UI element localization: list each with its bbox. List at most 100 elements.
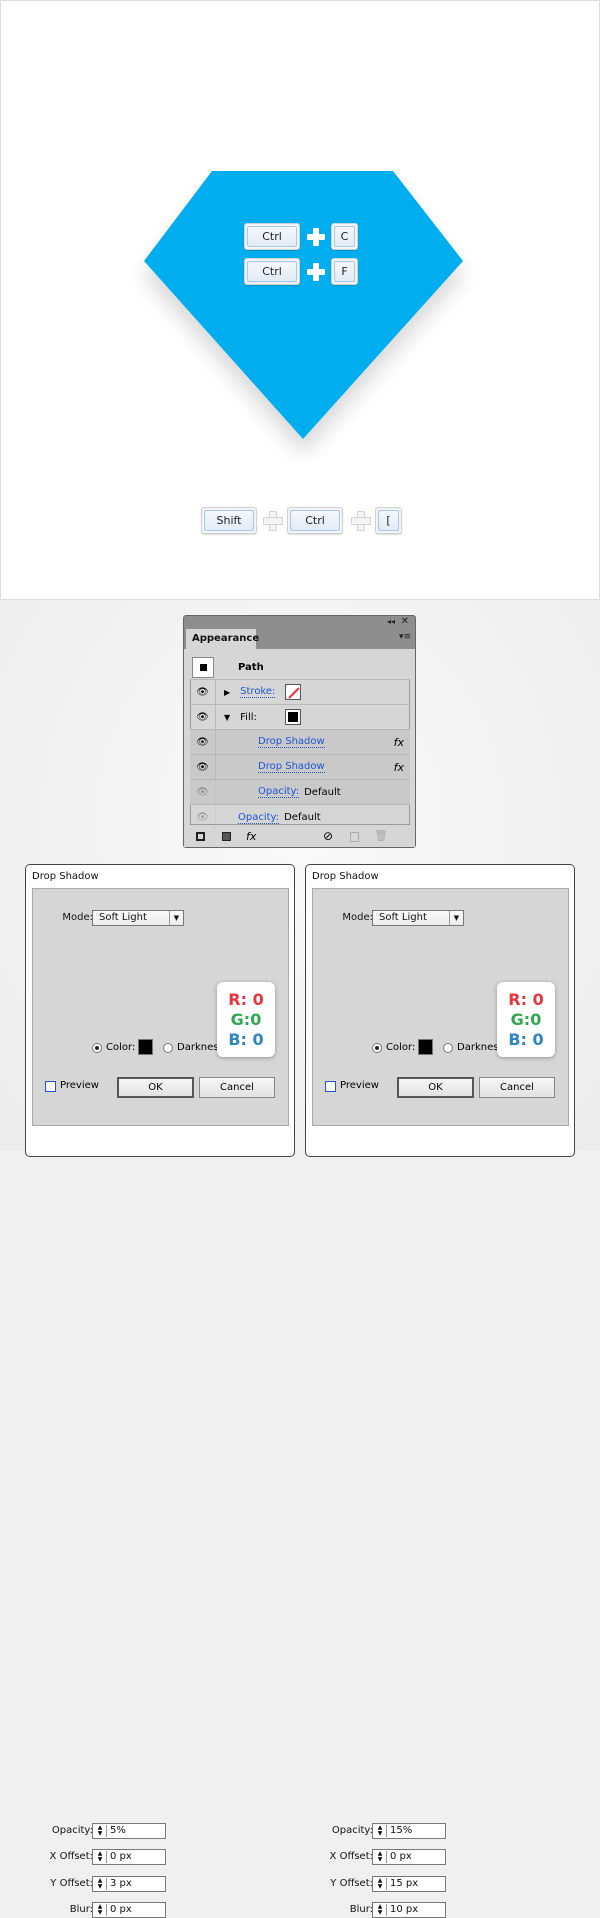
eye-icon[interactable]: 👁 [190, 805, 216, 830]
x-input[interactable]: ▲ ▼ 0 px [92, 1849, 166, 1865]
path-row[interactable]: Path [190, 655, 410, 680]
clear-appearance-icon[interactable]: ⊘ [323, 829, 333, 843]
fill-row[interactable]: 👁 ▼ Fill: [190, 705, 410, 730]
x-label: X Offset: [49, 1851, 93, 1862]
opacity-row[interactable]: 👁 Opacity: Default [190, 805, 410, 830]
blur-label: Blur: [69, 1904, 93, 1915]
r-value: R: 0 [508, 990, 544, 1009]
opacity-input[interactable]: ▲ ▼ 5% [92, 1823, 166, 1839]
color-radio[interactable] [92, 1043, 102, 1053]
add-fill-icon[interactable] [222, 832, 231, 841]
eye-icon[interactable]: 👁 [190, 780, 216, 804]
stroke-row[interactable]: 👁 ▶ Stroke: [190, 680, 410, 705]
spinner-icon[interactable]: ▲ ▼ [94, 1878, 107, 1890]
fill-swatch[interactable] [284, 709, 301, 725]
drop-shadow-link[interactable]: Drop Shadow [258, 736, 325, 748]
spinner-icon[interactable]: ▲ ▼ [374, 1825, 387, 1837]
opacity-link[interactable]: Opacity: [258, 786, 300, 798]
eye-icon[interactable]: 👁 [190, 680, 216, 704]
stroke-none-swatch[interactable] [285, 684, 302, 700]
eye-icon[interactable]: 👁 [190, 755, 216, 779]
eye-icon[interactable]: 👁 [190, 705, 216, 729]
drop-shadow-link[interactable]: Drop Shadow [258, 761, 325, 773]
close-icon[interactable]: ✕ [401, 616, 409, 627]
eye-icon[interactable]: 👁 [190, 730, 216, 754]
mode-label: Mode: [342, 912, 373, 923]
fx-icon: fx [393, 735, 404, 749]
mode-dropdown[interactable]: Soft Light ▼ [372, 910, 464, 926]
plus-icon [307, 263, 325, 281]
plus-icon [351, 511, 371, 531]
key-ctrl: Ctrl [244, 223, 300, 250]
color-label: Color: [106, 1042, 136, 1053]
dialog-title: Drop Shadow [312, 871, 379, 882]
spinner-icon[interactable]: ▲ ▼ [94, 1825, 107, 1837]
spinner-icon[interactable]: ▲ ▼ [374, 1904, 387, 1916]
collapse-triangle-icon[interactable]: ▼ [224, 713, 230, 722]
opacity-input[interactable]: ▲ ▼ 15% [372, 1823, 446, 1839]
y-value: 3 px [110, 1878, 132, 1889]
appearance-panel: ◂◂ ✕ Appearance ▾≡ Path 👁 ▶ Stroke: 👁 ▼ … [183, 615, 416, 848]
preview-label: Preview [60, 1080, 99, 1091]
key-label: Shift [204, 510, 254, 531]
color-swatch[interactable] [138, 1039, 153, 1055]
x-value: 0 px [110, 1851, 132, 1862]
panel-menu-icon[interactable]: ▾≡ [399, 632, 411, 642]
darkness-radio[interactable] [163, 1043, 173, 1053]
color-radio[interactable] [372, 1043, 382, 1053]
x-input[interactable]: ▲ ▼ 0 px [372, 1849, 446, 1865]
y-label: Y Offset: [330, 1878, 373, 1889]
blur-input[interactable]: ▲ ▼ 10 px [372, 1902, 446, 1918]
darkness-radio[interactable] [443, 1043, 453, 1053]
opacity-link[interactable]: Opacity: [238, 812, 280, 824]
y-input[interactable]: ▲ ▼ 3 px [92, 1876, 166, 1892]
collapse-icon[interactable]: ◂◂ [387, 617, 395, 626]
effect-row[interactable]: 👁 Drop Shadow fx [190, 730, 410, 755]
darkness-label: Darknes [177, 1042, 219, 1053]
key-ctrl: Ctrl [287, 507, 343, 534]
opacity-label: Opacity: [51, 1825, 93, 1836]
spinner-icon[interactable]: ▲ ▼ [374, 1878, 387, 1890]
key-shift: Shift [201, 507, 257, 534]
cancel-button[interactable]: Cancel [199, 1077, 275, 1098]
panel-body: Path 👁 ▶ Stroke: 👁 ▼ Fill: 👁 Drop Shadow… [184, 649, 415, 847]
trash-icon[interactable]: 🗑 [374, 829, 388, 842]
blur-label: Blur: [349, 1904, 373, 1915]
key-label: Ctrl [247, 261, 297, 282]
plus-icon [263, 511, 283, 531]
duplicate-icon[interactable] [350, 832, 359, 842]
spinner-icon[interactable]: ▲ ▼ [374, 1851, 387, 1863]
spinner-icon[interactable]: ▲ ▼ [94, 1851, 107, 1863]
preview-checkbox[interactable] [45, 1081, 56, 1092]
key-label: C [334, 226, 355, 247]
add-effect-icon[interactable]: fx [246, 830, 256, 843]
cancel-button[interactable]: Cancel [479, 1077, 555, 1098]
opacity-value: 5% [110, 1825, 126, 1836]
r-value: R: 0 [228, 990, 264, 1009]
path-thumbnail [192, 656, 214, 678]
expand-triangle-icon[interactable]: ▶ [224, 688, 230, 697]
mode-value: Soft Light [379, 912, 427, 923]
color-swatch[interactable] [418, 1039, 433, 1055]
y-value: 15 px [390, 1878, 419, 1889]
key-label: [ [378, 510, 399, 531]
spinner-icon[interactable]: ▲ ▼ [94, 1904, 107, 1916]
plus-icon [307, 228, 325, 246]
rgb-annotation: R: 0 G:0 B: 0 [497, 982, 555, 1057]
b-value: B: 0 [508, 1030, 544, 1049]
mode-dropdown[interactable]: Soft Light ▼ [92, 910, 184, 926]
add-stroke-icon[interactable] [196, 832, 205, 841]
g-value: G:0 [510, 1010, 542, 1029]
fill-opacity-row[interactable]: 👁 Opacity: Default [190, 780, 410, 805]
ok-button[interactable]: OK [117, 1077, 194, 1098]
effect-row[interactable]: 👁 Drop Shadow fx [190, 755, 410, 780]
tab-appearance[interactable]: Appearance [186, 629, 259, 649]
preview-checkbox[interactable] [325, 1081, 336, 1092]
key-bracket: [ [375, 507, 402, 534]
stroke-link[interactable]: Stroke: [240, 686, 276, 698]
opacity-value: Default [304, 786, 341, 798]
y-input[interactable]: ▲ ▼ 15 px [372, 1876, 446, 1892]
path-label: Path [238, 661, 264, 673]
ok-button[interactable]: OK [397, 1077, 474, 1098]
blur-input[interactable]: ▲ ▼ 0 px [92, 1902, 166, 1918]
